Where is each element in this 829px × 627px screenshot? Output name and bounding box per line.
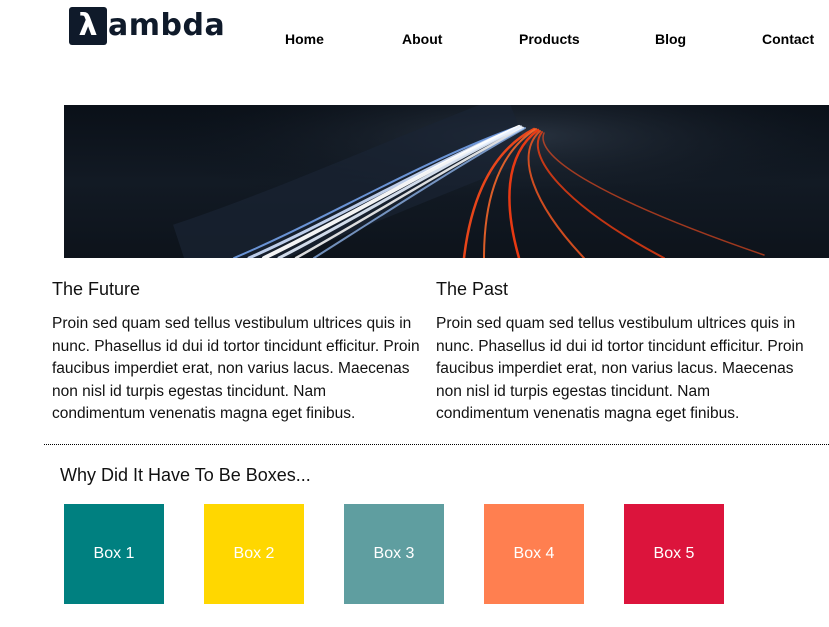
column-body-past: Proin sed quam sed tellus vestibulum ult…	[436, 315, 804, 422]
box-5: Box 5	[624, 504, 724, 604]
brand-logo[interactable]: λ ambda	[69, 6, 225, 46]
nav-about-link[interactable]: About	[402, 31, 442, 47]
hero-banner-image	[64, 105, 829, 258]
logo-wordmark: ambda	[108, 8, 226, 43]
box-label: Box 4	[513, 545, 555, 562]
box-2: Box 2	[204, 504, 304, 604]
nav-home-link[interactable]: Home	[285, 31, 324, 47]
boxes-section-title: Why Did It Have To Be Boxes...	[60, 465, 311, 485]
nav-blog-link[interactable]: Blog	[655, 31, 686, 47]
column-body-future: Proin sed quam sed tellus vestibulum ult…	[52, 315, 420, 422]
nav-products-link[interactable]: Products	[519, 31, 580, 47]
section-divider	[44, 444, 829, 445]
column-title-past: The Past	[436, 279, 509, 299]
highway-light-trails	[64, 105, 829, 258]
box-1: Box 1	[64, 504, 164, 604]
nav-contact-link[interactable]: Contact	[762, 31, 814, 47]
column-title-future: The Future	[52, 279, 141, 299]
lambda-logo-icon: λ	[69, 7, 107, 45]
box-3: Box 3	[344, 504, 444, 604]
box-4: Box 4	[484, 504, 584, 604]
box-label: Box 1	[93, 545, 135, 562]
box-label: Box 5	[653, 545, 695, 562]
box-label: Box 2	[233, 545, 275, 562]
box-label: Box 3	[373, 545, 415, 562]
